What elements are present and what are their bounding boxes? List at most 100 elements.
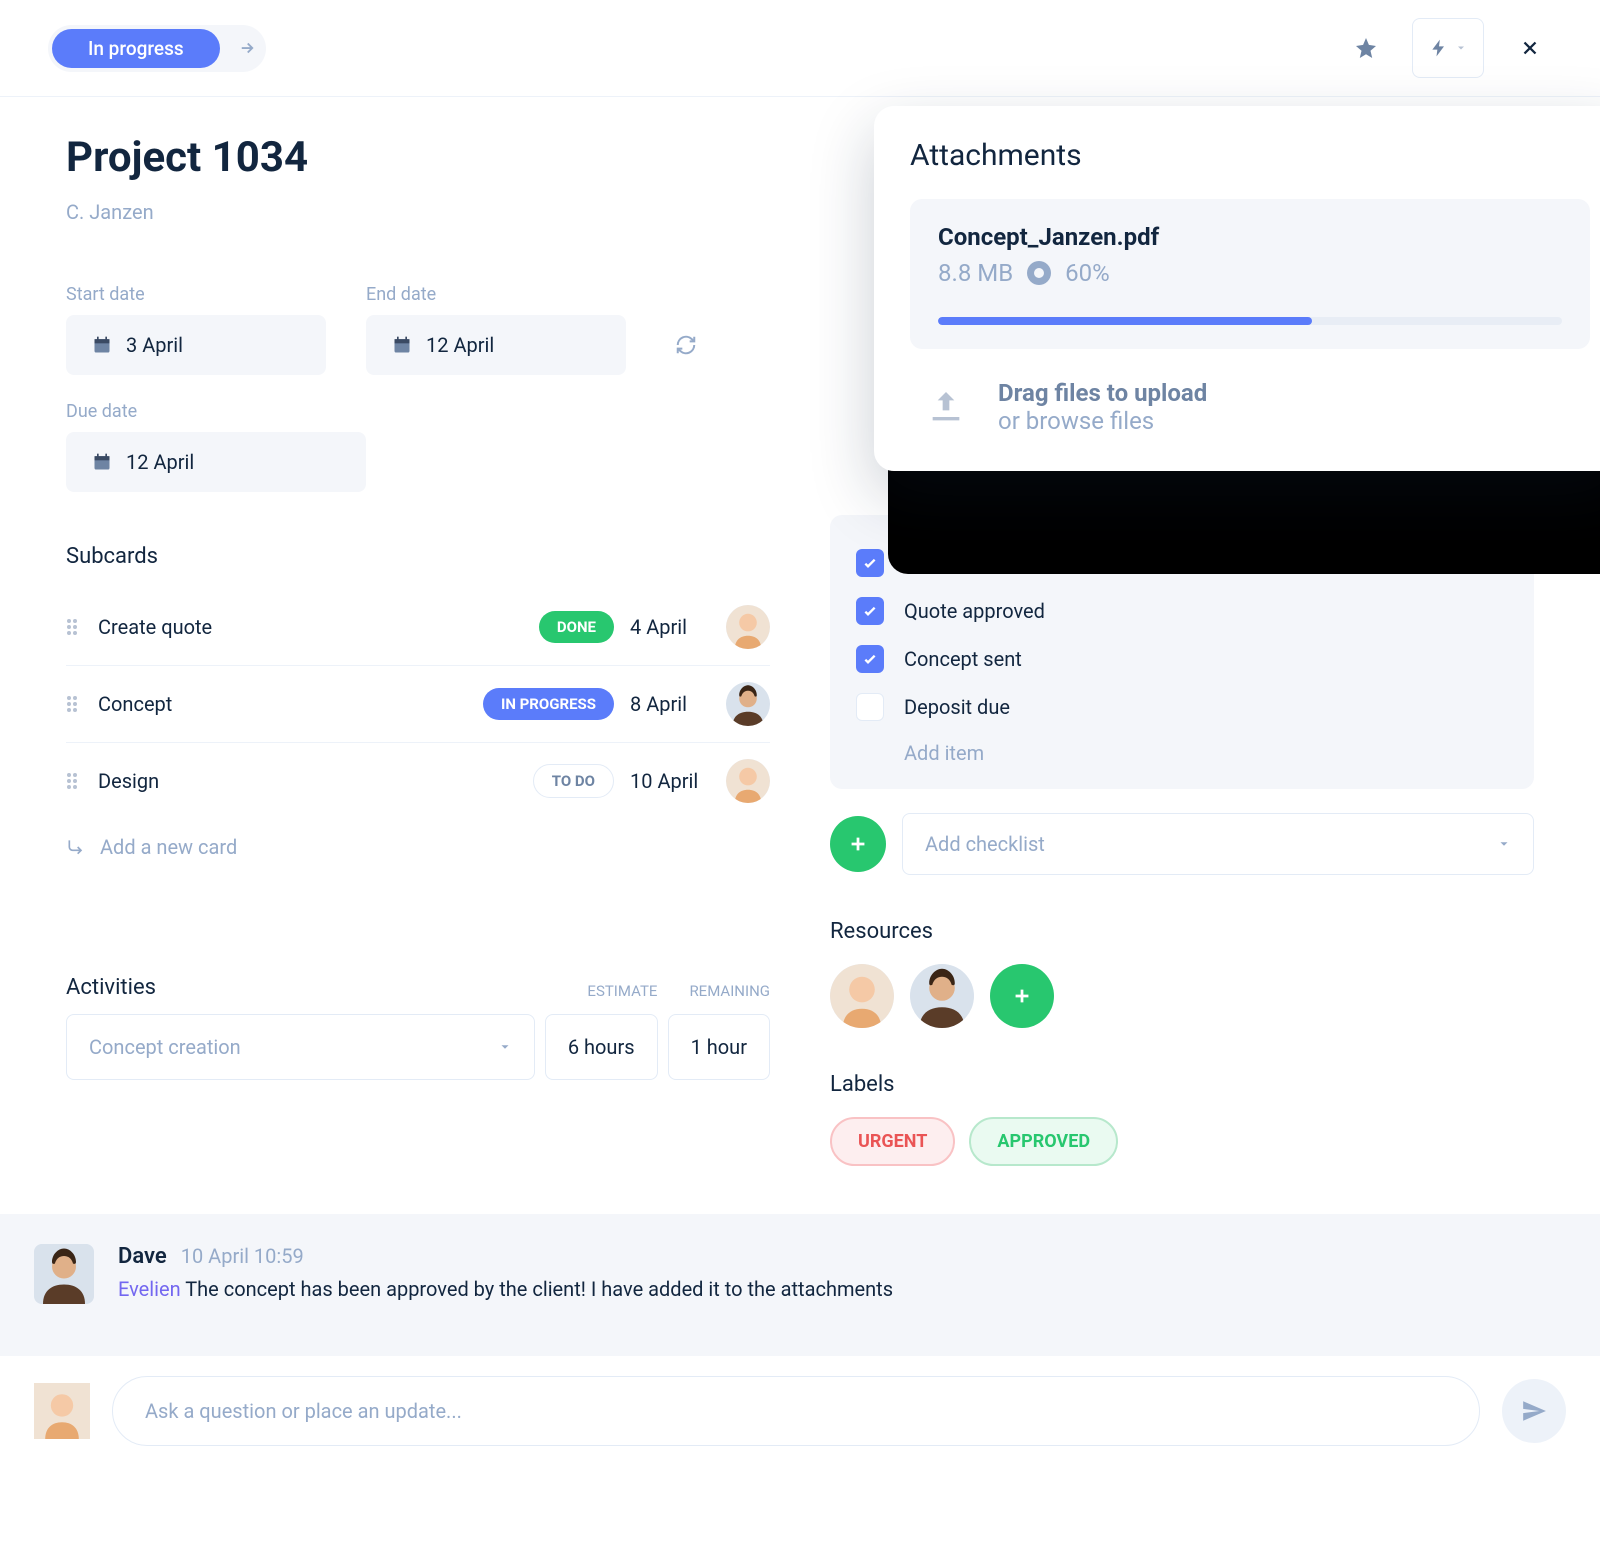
subcard-status-badge[interactable]: IN PROGRESS	[483, 688, 614, 720]
subcard-row[interactable]: DesignTO DO10 April	[66, 743, 770, 819]
comment-input[interactable]: Ask a question or place an update...	[112, 1376, 1480, 1446]
card-header: In progress	[0, 0, 1600, 97]
automation-button[interactable]	[1412, 18, 1484, 78]
upload-progress-bar	[938, 317, 1562, 325]
close-icon	[1519, 37, 1541, 59]
header-actions	[1344, 18, 1552, 78]
add-subcard-label: Add a new card	[100, 835, 237, 859]
star-icon	[1354, 36, 1378, 60]
subcard-avatar[interactable]	[726, 759, 770, 803]
comment-avatar	[34, 1244, 94, 1304]
checklist-item: Concept sent	[856, 635, 1508, 683]
upload-icon	[926, 387, 966, 427]
person-icon	[830, 964, 894, 1028]
send-button[interactable]	[1502, 1379, 1566, 1443]
recur-button[interactable]	[666, 325, 706, 365]
attachments-title: Attachments	[910, 138, 1590, 173]
chevron-down-icon	[1455, 42, 1467, 54]
checkbox[interactable]	[856, 645, 884, 673]
drag-handle-icon[interactable]	[66, 618, 82, 636]
remaining-input[interactable]: 1 hour	[668, 1014, 770, 1080]
close-button[interactable]	[1508, 26, 1552, 70]
end-date-block: End date 12 April	[366, 284, 626, 375]
activities-row: Concept creation 6 hours 1 hour	[66, 1014, 770, 1080]
subcards-title: Subcards	[66, 544, 770, 569]
estimate-input[interactable]: 6 hours	[545, 1014, 658, 1080]
resource-avatar-1[interactable]	[830, 964, 894, 1028]
mention[interactable]: Evelien	[118, 1277, 181, 1301]
add-checklist-item[interactable]: Add item	[856, 731, 1508, 765]
calendar-icon	[92, 452, 112, 472]
start-date-label: Start date	[66, 284, 326, 305]
activity-select-value: Concept creation	[89, 1035, 241, 1059]
status-pill[interactable]: In progress	[52, 29, 220, 68]
chevron-down-icon	[1497, 837, 1511, 851]
add-resource-button[interactable]	[990, 964, 1054, 1028]
due-date-block: Due date 12 April	[66, 401, 770, 492]
due-date-input[interactable]: 12 April	[66, 432, 366, 492]
add-checklist-row: Add checklist	[830, 813, 1534, 875]
subcard-avatar[interactable]	[726, 682, 770, 726]
labels-row: URGENT APPROVED	[830, 1117, 1534, 1166]
comment-input-row: Ask a question or place an update...	[0, 1356, 1600, 1466]
person-icon	[34, 1383, 90, 1439]
resources-row	[830, 964, 1534, 1028]
add-subcard-button[interactable]: Add a new card	[66, 819, 770, 875]
subcard-row[interactable]: Concept IN PROGRESS 8 April	[66, 666, 770, 743]
upload-file-box: Concept_Janzen.pdf 8.8 MB 60%	[910, 199, 1590, 349]
label-pill-urgent[interactable]: URGENT	[830, 1117, 955, 1166]
resources-section: Resources	[830, 919, 1534, 1028]
subcard-date: 10 April	[630, 769, 710, 793]
next-status-button[interactable]	[232, 33, 262, 63]
subcard-date: 8 April	[630, 692, 710, 716]
labels-title: Labels	[830, 1072, 1534, 1097]
bolt-icon	[1429, 38, 1449, 58]
checklist-item: Quote approved	[856, 587, 1508, 635]
file-size: 8.8 MB	[938, 259, 1013, 287]
subcard-status-badge[interactable]: DONE	[539, 611, 614, 643]
drag-handle-icon[interactable]	[66, 695, 82, 713]
upload-progress-fill	[938, 317, 1312, 325]
due-date-label: Due date	[66, 401, 770, 422]
refresh-icon	[675, 334, 697, 356]
comments-section: Dave 10 April 10:59 Evelien The concept ha…	[0, 1214, 1600, 1356]
drop-zone[interactable]: Drag files to upload or browse files	[910, 349, 1590, 435]
start-date-input[interactable]: 3 April	[66, 315, 326, 375]
activities-title: Activities	[66, 975, 156, 1000]
drop-line-1: Drag files to upload	[998, 379, 1207, 407]
checkbox[interactable]	[856, 693, 884, 721]
comment-time: 10 April 10:59	[181, 1244, 304, 1268]
add-checklist-button[interactable]	[830, 816, 886, 872]
activity-select[interactable]: Concept creation	[66, 1014, 535, 1080]
comment: Dave 10 April 10:59 Evelien The concept ha…	[34, 1244, 1566, 1304]
checkbox[interactable]	[856, 549, 884, 577]
sub-arrow-icon	[66, 837, 86, 857]
calendar-icon	[92, 335, 112, 355]
activities-columns: ESTIMATE REMAINING	[587, 982, 770, 1000]
attachments-panel: Attachments Concept_Janzen.pdf 8.8 MB 60…	[874, 106, 1600, 471]
subcard-avatar[interactable]	[726, 605, 770, 649]
end-date-input[interactable]: 12 April	[366, 315, 626, 375]
comment-body: Evelien The concept has been approved by…	[118, 1277, 1566, 1301]
plus-icon	[847, 833, 869, 855]
project-title: Project 1034	[66, 133, 770, 182]
dates-row-1: Start date 3 April End date 12 April	[66, 284, 770, 375]
arrow-right-icon	[238, 39, 256, 57]
add-checklist-select[interactable]: Add checklist	[902, 813, 1534, 875]
subcard-name: Concept	[98, 692, 467, 716]
file-progress-pct: 60%	[1065, 259, 1110, 287]
send-icon	[1521, 1398, 1547, 1424]
drag-handle-icon[interactable]	[66, 772, 82, 790]
start-date-block: Start date 3 April	[66, 284, 326, 375]
disc-icon	[1027, 261, 1051, 285]
label-pill-approved[interactable]: APPROVED	[969, 1117, 1118, 1166]
comment-author: Dave	[118, 1244, 167, 1269]
labels-section: Labels URGENT APPROVED	[830, 1072, 1534, 1166]
subcard-row[interactable]: Create quoteDONE4 April	[66, 589, 770, 666]
drop-line-2: or browse files	[998, 407, 1207, 435]
subcard-status-badge[interactable]: TO DO	[533, 764, 614, 798]
due-date-value: 12 April	[126, 450, 194, 474]
checkbox[interactable]	[856, 597, 884, 625]
resource-avatar-2[interactable]	[910, 964, 974, 1028]
favorite-button[interactable]	[1344, 26, 1388, 70]
